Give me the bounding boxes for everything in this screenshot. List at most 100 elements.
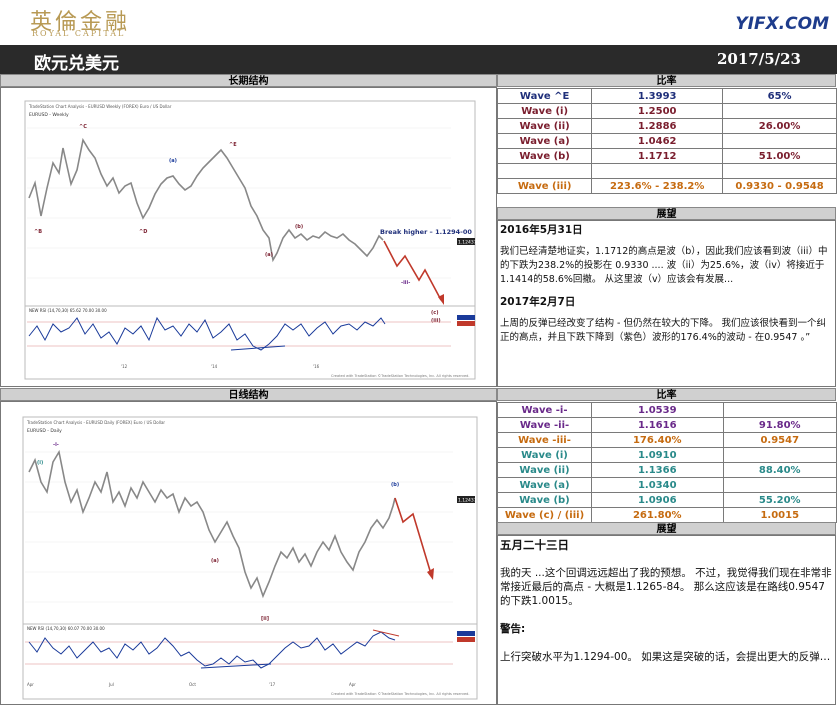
chart-header: TradeStation Chart Analysis - EURUSD Wee… (28, 104, 172, 109)
svg-text:(a): (a) (211, 558, 219, 564)
ratio-pct: 26.00% (722, 118, 837, 134)
bottom-outlook-text: 五月二十三日 我的天 ...这个回调远远超出了我的预想。 不过，我觉得我们现在非… (500, 538, 832, 703)
svg-text:'14: '14 (211, 364, 218, 369)
ratio-value: 1.0462 (591, 133, 724, 149)
ratio-label: Wave (b) (496, 148, 593, 164)
ratio-pct: 88.40% (722, 462, 837, 478)
svg-text:(b): (b) (295, 224, 303, 230)
ratio-pct (722, 447, 837, 463)
svg-text:(a): (a) (169, 158, 177, 164)
outlook-date-1: 2016年5月31日 (500, 224, 583, 236)
ratio-label: Wave (iii) (496, 178, 593, 194)
rsi-label: NEW RSI (14,70,30) 65.62 70.00 30.00 (29, 308, 107, 313)
ratio-label: Wave ^E (496, 88, 593, 104)
svg-text:(b): (b) (391, 482, 399, 488)
chart-header: TradeStation Chart Analysis - EURUSD Dai… (26, 420, 165, 425)
ratio-label: Wave -i- (497, 402, 592, 418)
ratio-row: Wave (a) 1.0462 (496, 133, 837, 149)
svg-text:Oct: Oct (189, 682, 196, 687)
ratio-row: Wave -iii- 176.40% 0.9547 (497, 432, 837, 448)
ratio-row: Wave (ii) 1.1366 88.40% (497, 462, 837, 478)
svg-text:(iii): (iii) (431, 318, 441, 324)
ratio-row: Wave (i) 1.2500 (496, 103, 837, 119)
svg-text:-i-: -i- (53, 442, 59, 448)
outlook-date-2: 2017年2月7日 (500, 296, 576, 308)
ratio-pct: 0.9330 - 0.9548 (722, 178, 837, 194)
ratio-pct (722, 103, 837, 119)
ratio-value: 223.6% - 238.2% (591, 178, 724, 194)
ratio-row: Wave (ii) 1.2886 26.00% (496, 118, 837, 134)
ratio-row: Wave (c) / (iii) 261.80% 1.0015 (497, 507, 837, 523)
ratio-label: Wave -ii- (497, 417, 592, 433)
svg-text:(i): (i) (37, 460, 43, 466)
ratio-row: Wave (a) 1.0340 (497, 477, 837, 493)
bottom-outlook-heading: 展望 (497, 522, 836, 535)
ratio-value: 1.1616 (591, 417, 724, 433)
ratio-value: 261.80% (591, 507, 724, 523)
title-bar: 欧元兑美元 2017/5/23 (0, 45, 837, 74)
ratio-value: 1.1712 (591, 148, 724, 164)
bottom-chart-pane: TradeStation Chart Analysis - EURUSD Dai… (0, 401, 497, 705)
report-date: 2017/5/23 (716, 50, 801, 68)
svg-text:^D: ^D (139, 229, 147, 235)
page-title: 欧元兑美元 (34, 54, 119, 74)
ratio-value: 1.0539 (591, 402, 724, 418)
price-tag: 1.12437 (458, 240, 477, 246)
top-chart-pane: TradeStation Chart Analysis - EURUSD Wee… (0, 87, 497, 387)
ratio-pct (722, 402, 837, 418)
rsi-label: NEW RSI (14,70,30) 60.07 70.00 30.00 (27, 626, 105, 631)
ratio-pct: 65% (722, 88, 837, 104)
ratio-value: 1.1366 (591, 462, 724, 478)
ratio-label: Wave (b) (497, 492, 592, 508)
ratio-label (496, 163, 593, 179)
outlook-paragraph-2: 上周的反弹已经改变了结构 - 但仍然在较大的下降。 我们应该很快看到一个纠正的高… (500, 318, 826, 343)
daily-chart: TradeStation Chart Analysis - EURUSD Dai… (22, 416, 478, 700)
bottom-ratio-table: Wave -i- 1.0539 Wave -ii- 1.1616 91.80% Wave … (497, 402, 837, 523)
ratio-row: Wave -i- 1.0539 (497, 402, 837, 418)
ratio-value: 176.40% (591, 432, 724, 448)
ratio-value: 1.2886 (591, 118, 724, 134)
ratio-row: Wave (b) 1.0906 55.20% (497, 492, 837, 508)
ratio-value: 1.0906 (591, 492, 724, 508)
long-term-heading: 长期结构 (0, 74, 497, 87)
svg-text:Apr: Apr (349, 682, 356, 687)
daily-heading: 日线结构 (0, 388, 497, 401)
top-ratio-heading: 比率 (497, 74, 836, 87)
chart-symbol: EURUSD - Daily (27, 428, 62, 434)
top-ratio-table: Wave ^E 1.3993 65% Wave (i) 1.2500 Wave (ii) 1… (496, 88, 837, 194)
ratio-pct (722, 477, 837, 493)
chart-footer: Created with TradeStation ©TradeStation … (331, 374, 470, 378)
ratio-value: 1.0340 (591, 477, 724, 493)
ratio-label: Wave (c) / (iii) (497, 507, 592, 523)
outlook-paragraph-1: 我的天 ...这个回调远远超出了我的预想。 不过，我觉得我们现在非常非常接近最后… (500, 567, 832, 607)
svg-text:(a): (a) (265, 252, 273, 258)
ratio-label: Wave -iii- (497, 432, 592, 448)
svg-text:^B: ^B (34, 229, 42, 235)
ratio-label: Wave (ii) (497, 462, 592, 478)
page-header: 英倫金融 ROYAL CAPITAL YIFX.COM (0, 0, 837, 44)
ratio-label: Wave (a) (496, 133, 593, 149)
ratio-pct (722, 163, 837, 179)
outlook-paragraph-2: 上行突破水平为1.1294-00。 如果这是突破的话，会提出更大的反弹… (500, 651, 831, 663)
ratio-pct: 55.20% (722, 492, 837, 508)
svg-text:'12: '12 (121, 364, 128, 369)
ratio-label: Wave (ii) (496, 118, 593, 134)
svg-text:'17: '17 (269, 682, 276, 687)
weekly-chart: TradeStation Chart Analysis - EURUSD Wee… (24, 100, 477, 380)
ratio-value (591, 163, 724, 179)
price-tag: 1.12437 (458, 498, 477, 504)
ratio-label: Wave (i) (497, 447, 592, 463)
ratio-value: 1.0910 (591, 447, 724, 463)
top-outlook-text: 2016年5月31日 我们已经清楚地证实，1.1712的高点是波（b），因此我们… (500, 223, 832, 386)
breakout-label: Break higher – 1.1294-00 (380, 228, 472, 236)
bottom-ratio-heading: 比率 (497, 388, 836, 401)
chart-footer: Created with TradeStation ©TradeStation … (331, 692, 470, 696)
chart-symbol: EURUSD - Weekly (29, 112, 69, 118)
outlook-date: 五月二十三日 (500, 538, 569, 552)
ratio-row (496, 163, 837, 179)
logo-subtitle: ROYAL CAPITAL (32, 29, 126, 38)
svg-text:-iii-: -iii- (401, 280, 410, 286)
ratio-label: Wave (a) (497, 477, 592, 493)
svg-text:'16: '16 (313, 364, 320, 369)
ratio-value: 1.2500 (591, 103, 724, 119)
